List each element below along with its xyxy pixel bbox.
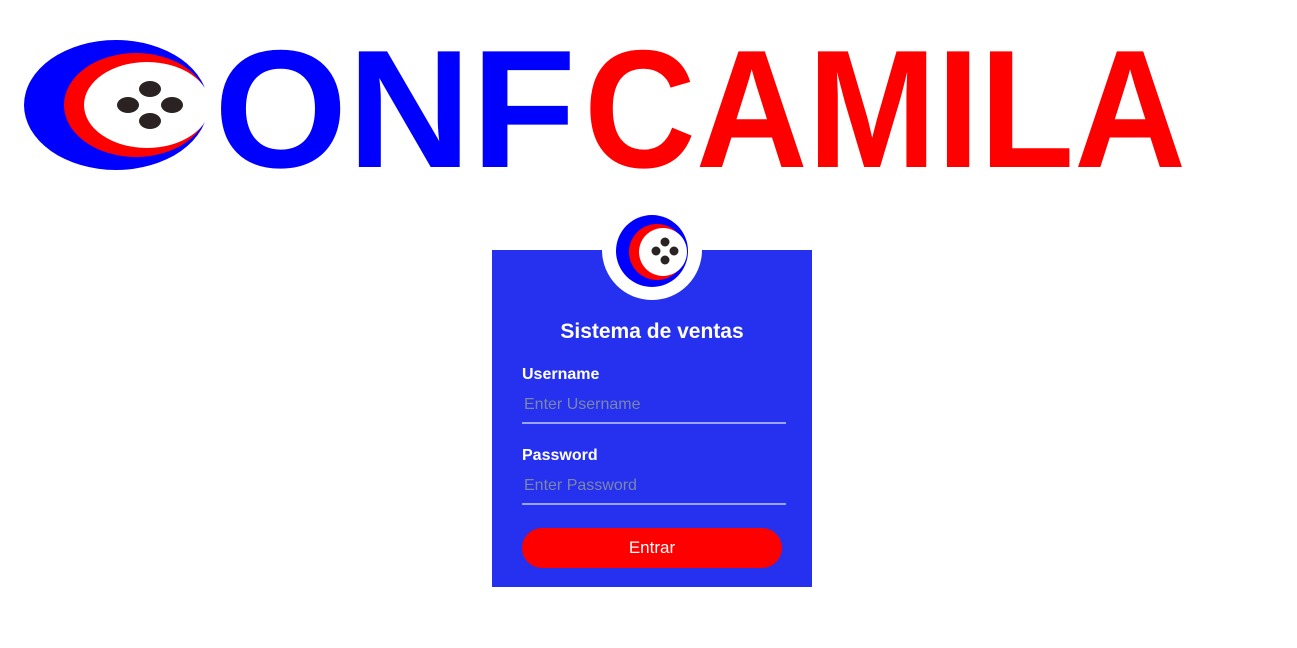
password-input[interactable] bbox=[522, 469, 786, 505]
button-logo-icon bbox=[24, 40, 210, 170]
username-label: Username bbox=[522, 366, 600, 383]
login-submit-button[interactable]: Entrar bbox=[522, 528, 782, 568]
username-input[interactable] bbox=[522, 388, 786, 424]
login-card: Sistema de ventas Username Password Entr… bbox=[492, 250, 812, 587]
logo-word-red: CAMILA bbox=[584, 38, 1186, 172]
brand-logo-graphic: ONF CAMILA bbox=[24, 38, 1186, 172]
password-label: Password bbox=[522, 447, 598, 464]
login-title: Sistema de ventas bbox=[560, 320, 744, 343]
login-avatar bbox=[602, 200, 702, 300]
button-logo-icon bbox=[616, 215, 688, 287]
logo-word-blue: ONF bbox=[214, 38, 576, 172]
brand-logo: ONF CAMILA bbox=[24, 38, 1188, 172]
